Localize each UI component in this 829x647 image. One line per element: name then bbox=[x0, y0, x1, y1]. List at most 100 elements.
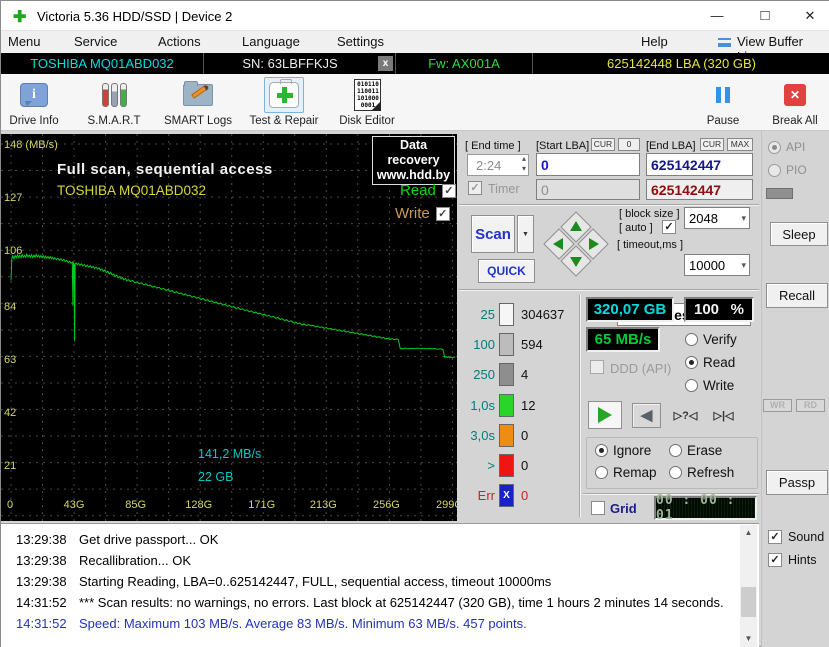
toolbar-break-all[interactable]: ✕ Break All bbox=[763, 77, 827, 127]
seek-end-button[interactable]: ▷|◁ bbox=[707, 403, 740, 428]
log-text: Recallibration... OK bbox=[79, 553, 191, 568]
counter-row-25: 25304637 bbox=[457, 303, 577, 327]
spin-down-icon[interactable]: ▾ bbox=[522, 164, 526, 173]
elapsed-time-led: 00 : 00 : 01 bbox=[654, 496, 757, 520]
menu-service[interactable]: Service bbox=[74, 34, 117, 49]
scroll-thumb[interactable] bbox=[741, 587, 756, 617]
seek-diamond-control[interactable] bbox=[541, 209, 611, 279]
hints-toggle[interactable]: ✓Hints bbox=[768, 553, 816, 567]
start-lba-zero-button[interactable]: 0 bbox=[618, 138, 640, 151]
counter-block bbox=[499, 303, 514, 326]
scan-button[interactable]: Scan bbox=[471, 215, 515, 253]
end-lba-cur-button[interactable]: CUR bbox=[700, 138, 724, 151]
svg-text:43G: 43G bbox=[64, 499, 85, 511]
drive-close-button[interactable]: x bbox=[378, 56, 393, 71]
log-panel: 13:29:38Get drive passport... OK13:29:38… bbox=[1, 523, 759, 647]
toolbar-disk-editor[interactable]: 010110 110011 101000 0001 Disk Editor bbox=[335, 77, 399, 127]
menu-bar: MenuServiceActionsLanguageSettings Help … bbox=[1, 31, 829, 53]
verify-radio[interactable]: Verify bbox=[685, 332, 737, 347]
capacity-led: 320,07 GB bbox=[586, 297, 674, 322]
legend-read: Read ✓ bbox=[400, 182, 456, 199]
remap-radio[interactable]: Remap bbox=[595, 465, 657, 480]
log-row: 13:29:38Starting Reading, LBA=0..6251424… bbox=[1, 574, 731, 595]
counter-block bbox=[499, 454, 514, 477]
svg-text:21: 21 bbox=[4, 460, 16, 472]
scan-graph: 148 (MB/s)12710684634221043G85G128G171G2… bbox=[1, 134, 457, 521]
rd-button[interactable]: RD bbox=[796, 399, 825, 412]
log-time: 13:29:38 bbox=[16, 574, 67, 589]
pio-radio[interactable]: PIO bbox=[768, 163, 807, 177]
passport-button[interactable]: Passp bbox=[766, 470, 828, 495]
svg-text:128G: 128G bbox=[185, 499, 212, 511]
maximize-button[interactable]: □ bbox=[748, 5, 782, 27]
menu-help[interactable]: Help bbox=[641, 34, 668, 49]
log-text: *** Scan results: no warnings, no errors… bbox=[79, 595, 724, 610]
wr-button[interactable]: WR bbox=[763, 399, 792, 412]
grid-checkbox[interactable] bbox=[591, 501, 605, 515]
back-button[interactable]: ◀ bbox=[632, 403, 661, 428]
svg-text:63: 63 bbox=[4, 354, 16, 366]
auto-checkbox[interactable]: ✓ bbox=[662, 220, 676, 234]
toolbar-test-repair[interactable]: Test & Repair bbox=[243, 77, 325, 127]
back-icon: ◀ bbox=[641, 408, 653, 423]
log-time: 13:29:38 bbox=[16, 553, 67, 568]
progress-led: 100% bbox=[684, 297, 754, 322]
start-button[interactable] bbox=[588, 401, 622, 429]
start-lba-cur-button[interactable]: CUR bbox=[591, 138, 615, 151]
recall-button[interactable]: Recall bbox=[766, 283, 828, 308]
scroll-up-icon[interactable]: ▲ bbox=[740, 525, 757, 541]
spin-up-icon[interactable]: ▴ bbox=[522, 154, 526, 163]
seek-question-button[interactable]: ▷?◁ bbox=[669, 403, 702, 428]
scroll-down-icon[interactable]: ▼ bbox=[740, 631, 757, 647]
block-size-select[interactable]: 2048▾ bbox=[684, 207, 750, 229]
play-icon bbox=[598, 407, 612, 423]
refresh-radio[interactable]: Refresh bbox=[669, 465, 734, 480]
api-radio[interactable]: API bbox=[768, 140, 805, 154]
end-lba-input[interactable]: 625142447 bbox=[646, 153, 753, 176]
toolbar-label: Break All bbox=[763, 115, 827, 127]
ddd-api-label: DDD (API) bbox=[610, 361, 671, 376]
menu-language[interactable]: Language bbox=[242, 34, 300, 49]
activity-indicator bbox=[766, 188, 793, 199]
divider bbox=[459, 204, 759, 206]
menu-actions[interactable]: Actions bbox=[158, 34, 201, 49]
read-checkbox[interactable]: ✓ bbox=[442, 184, 456, 198]
test-control-panel: [ End time ] [Start LBA] CUR 0 [End LBA]… bbox=[457, 131, 761, 523]
smart-logs-icon bbox=[183, 84, 213, 106]
write-radio[interactable]: Write bbox=[685, 378, 734, 393]
ignore-radio[interactable]: Ignore bbox=[595, 443, 651, 458]
quick-button[interactable]: QUICK bbox=[478, 259, 535, 283]
scan-dropdown-button[interactable]: ▼ bbox=[517, 215, 534, 253]
start-lba-label: [Start LBA] bbox=[536, 140, 589, 152]
drive-firmware: Fw: AX001A bbox=[396, 53, 532, 74]
chart-subtitle: TOSHIBA MQ01ABD032 bbox=[57, 183, 206, 198]
write-checkbox[interactable]: ✓ bbox=[436, 207, 450, 221]
drive-info-icon: i bbox=[20, 83, 48, 107]
read-radio[interactable]: Read bbox=[685, 355, 735, 370]
toolbar-pause[interactable]: Pause bbox=[693, 77, 753, 127]
counter-row-250: 2504 bbox=[457, 363, 577, 387]
toolbar-label: S.M.A.R.T bbox=[81, 115, 147, 127]
start-lba-input[interactable]: 0 bbox=[536, 153, 640, 176]
divider bbox=[579, 295, 581, 517]
ddd-api-checkbox[interactable] bbox=[590, 360, 604, 374]
toolbar-smart[interactable]: S.M.A.R.T bbox=[81, 77, 147, 127]
close-button[interactable]: ✕ bbox=[793, 5, 827, 27]
menu-settings[interactable]: Settings bbox=[337, 34, 384, 49]
menu-menu[interactable]: Menu bbox=[8, 34, 41, 49]
timeout-label: [ timeout,ms ] bbox=[617, 239, 683, 251]
toolbar-label: Pause bbox=[693, 115, 753, 127]
log-row: 13:29:38 Recallibration... OK bbox=[1, 553, 731, 574]
log-scrollbar[interactable]: ▲ ▼ bbox=[740, 525, 757, 647]
timer-checkbox[interactable]: ✓ bbox=[468, 181, 482, 195]
minimize-button[interactable]: — bbox=[700, 5, 734, 27]
sound-toggle[interactable]: ✓Sound bbox=[768, 530, 824, 544]
erase-radio[interactable]: Erase bbox=[669, 443, 722, 458]
toolbar-smart-logs[interactable]: SMART Logs bbox=[161, 77, 235, 127]
toolbar-label: Disk Editor bbox=[335, 115, 399, 127]
end-time-spinner[interactable]: 2:24 ▴ ▾ bbox=[467, 154, 529, 176]
sleep-button[interactable]: Sleep bbox=[770, 222, 828, 246]
timeout-select[interactable]: 10000▾ bbox=[684, 254, 750, 276]
toolbar-drive-info[interactable]: i Drive Info bbox=[3, 77, 65, 127]
end-lba-max-button[interactable]: MAX bbox=[727, 138, 753, 151]
